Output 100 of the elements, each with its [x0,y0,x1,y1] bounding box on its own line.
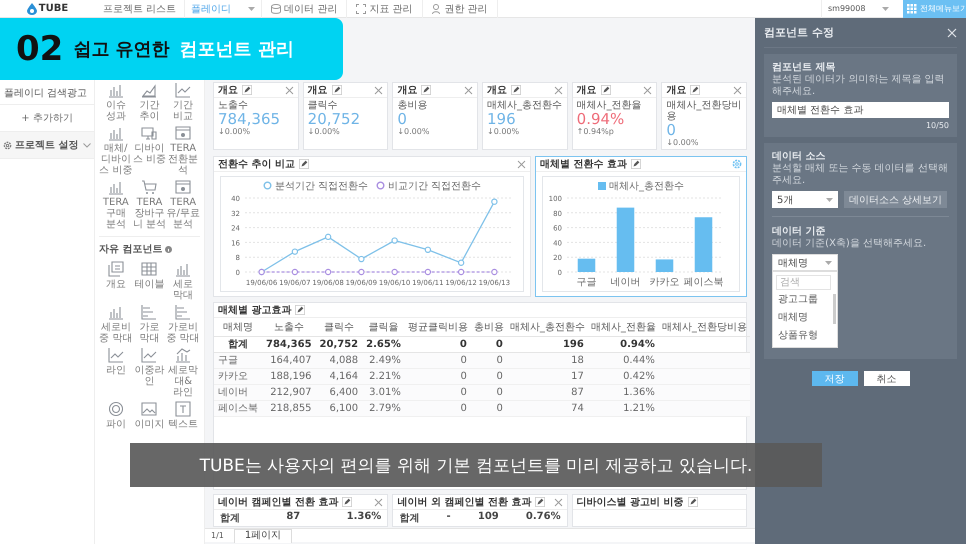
close-icon[interactable] [284,86,294,94]
bar-chart-icon [175,261,192,277]
axis-label: 카카오 [650,277,680,288]
component-tile[interactable]: 세로비중 막대 [99,304,133,344]
data-point [491,268,498,276]
metric-label: 총비용 [397,100,428,111]
metric-value: 0 [666,122,677,138]
logo-text: TUBE [38,3,68,14]
close-icon[interactable] [554,86,563,94]
data-point [358,268,365,276]
close-icon[interactable] [554,498,563,506]
component-tile[interactable]: 이중라인 [132,347,166,398]
table-cell: 2.49% [362,352,405,368]
component-tile[interactable]: TERA 전환분석 [166,125,200,176]
edit-button[interactable] [630,159,641,169]
table-cell: 0 [404,368,471,384]
metric-value: 0.94% [576,111,624,127]
page-tab[interactable]: 1페이지 [234,528,292,542]
close-icon[interactable] [517,160,526,168]
metric-change: ↓0.00% [397,127,430,136]
settings-menu[interactable]: 프로젝트 설정 [0,132,94,159]
edit-button[interactable] [298,159,309,169]
cancel-button[interactable]: 취소 [864,371,910,386]
component-tile[interactable]: 가로비중 막대 [166,304,200,344]
bar [616,208,634,272]
edit-button[interactable] [690,85,700,95]
table-cell: 3.01% [362,384,405,400]
legend-marker [598,182,606,190]
component-tile[interactable]: 텍스트 [166,401,200,430]
project-list-link[interactable]: 프로젝트 리스트 [95,2,184,16]
component-tile[interactable]: 매체/ 디바이스 비중 [99,125,133,176]
banner-number: 02 [16,29,64,69]
component-tile[interactable]: TERA 유/무료 분석 [166,179,200,230]
close-icon[interactable] [732,86,742,94]
search-field[interactable]: 검색 [776,275,831,290]
component-tile[interactable]: 기간 추이 [132,82,166,122]
frame-corners-icon [356,4,366,14]
component-tile[interactable]: 기간 비교 [166,82,200,122]
table-cell: 784,365 [262,336,316,352]
table-cell: 0 [470,352,507,368]
component-tile[interactable]: 가로 막대 [132,304,166,344]
basis-select[interactable]: 매체명 [772,254,838,271]
close-icon[interactable] [374,86,384,94]
table-cell: 18 [506,352,588,368]
table-cell: 합계 [214,336,262,352]
component-tile[interactable]: 개요 [99,261,133,301]
card-title: 개요 [486,84,507,97]
dropdown-option[interactable]: 매체명 [776,308,831,326]
component-tile[interactable]: 이슈 성과 [99,82,133,122]
component-tile[interactable]: 이미지 [132,401,166,430]
component-tile[interactable]: TERA 구매 분석 [99,179,133,230]
close-icon[interactable] [464,86,473,94]
metric-label: 매체사_전환율 [576,100,643,111]
horizontal-bar-icon [141,304,158,320]
metric-label: 매체사_총전환수 [486,100,563,111]
column-header: 매체사_총전환수 [506,318,588,336]
close-icon[interactable] [374,498,384,506]
detail-button[interactable]: 데이터소스 상세보기 [844,191,948,208]
banner-highlight: 컴포넌트 관리 [180,38,294,61]
component-tile[interactable]: 테이블 [132,261,166,301]
source-select[interactable]: 5개 [772,191,838,208]
component-tile[interactable]: 세로 막대 [166,261,200,301]
component-tile[interactable]: 세로막대& 라인 [166,347,200,398]
edit-button[interactable] [295,305,306,315]
edit-button[interactable] [242,85,252,95]
title-input[interactable]: 매체별 전환수 효과 [772,102,949,118]
component-tile[interactable]: 디바이스 비중 [132,125,166,176]
data-point [424,268,432,276]
close-icon[interactable] [643,86,652,94]
data-point [324,268,332,276]
monitor-icon [141,125,158,141]
dropdown-option[interactable]: 상품유형 [776,326,831,344]
edit-button[interactable] [688,497,698,507]
component-tile[interactable]: 파이 [99,401,133,430]
component-tile[interactable]: 라인 [99,347,133,398]
dropdown-option[interactable]: 광고그룹 [776,290,831,308]
char-counter: 10/50 [924,121,949,130]
data-point [358,256,365,262]
card-title: 개요 [666,84,686,97]
line-chart-icon [175,82,192,98]
caret-icon [825,260,832,264]
bar-chart-icon [108,125,124,141]
edit-button[interactable] [342,497,352,507]
legend-marker [262,181,272,190]
edit-button[interactable] [535,497,546,507]
scrollbar[interactable] [833,294,836,324]
edit-button[interactable] [600,85,611,95]
field-label: 컴포넌트 제목 [772,61,836,74]
card-title: 개요 [397,84,418,97]
edit-button[interactable] [421,85,432,95]
table-cell: 0 [470,368,507,384]
field-label: 데이터 소스 [772,150,826,163]
table-cell: 17 [506,368,588,384]
metric-change: ↓0.00% [486,127,520,136]
edit-button[interactable] [510,85,521,95]
component-tile[interactable]: TERA 장바구니 분석 [132,179,166,230]
card-title: 네이버 캠페인별 전환 효과 [218,496,338,509]
edit-button[interactable] [332,85,342,95]
metric-label: 클릭수 [308,100,339,111]
table-cell: 2.79% [362,400,405,416]
